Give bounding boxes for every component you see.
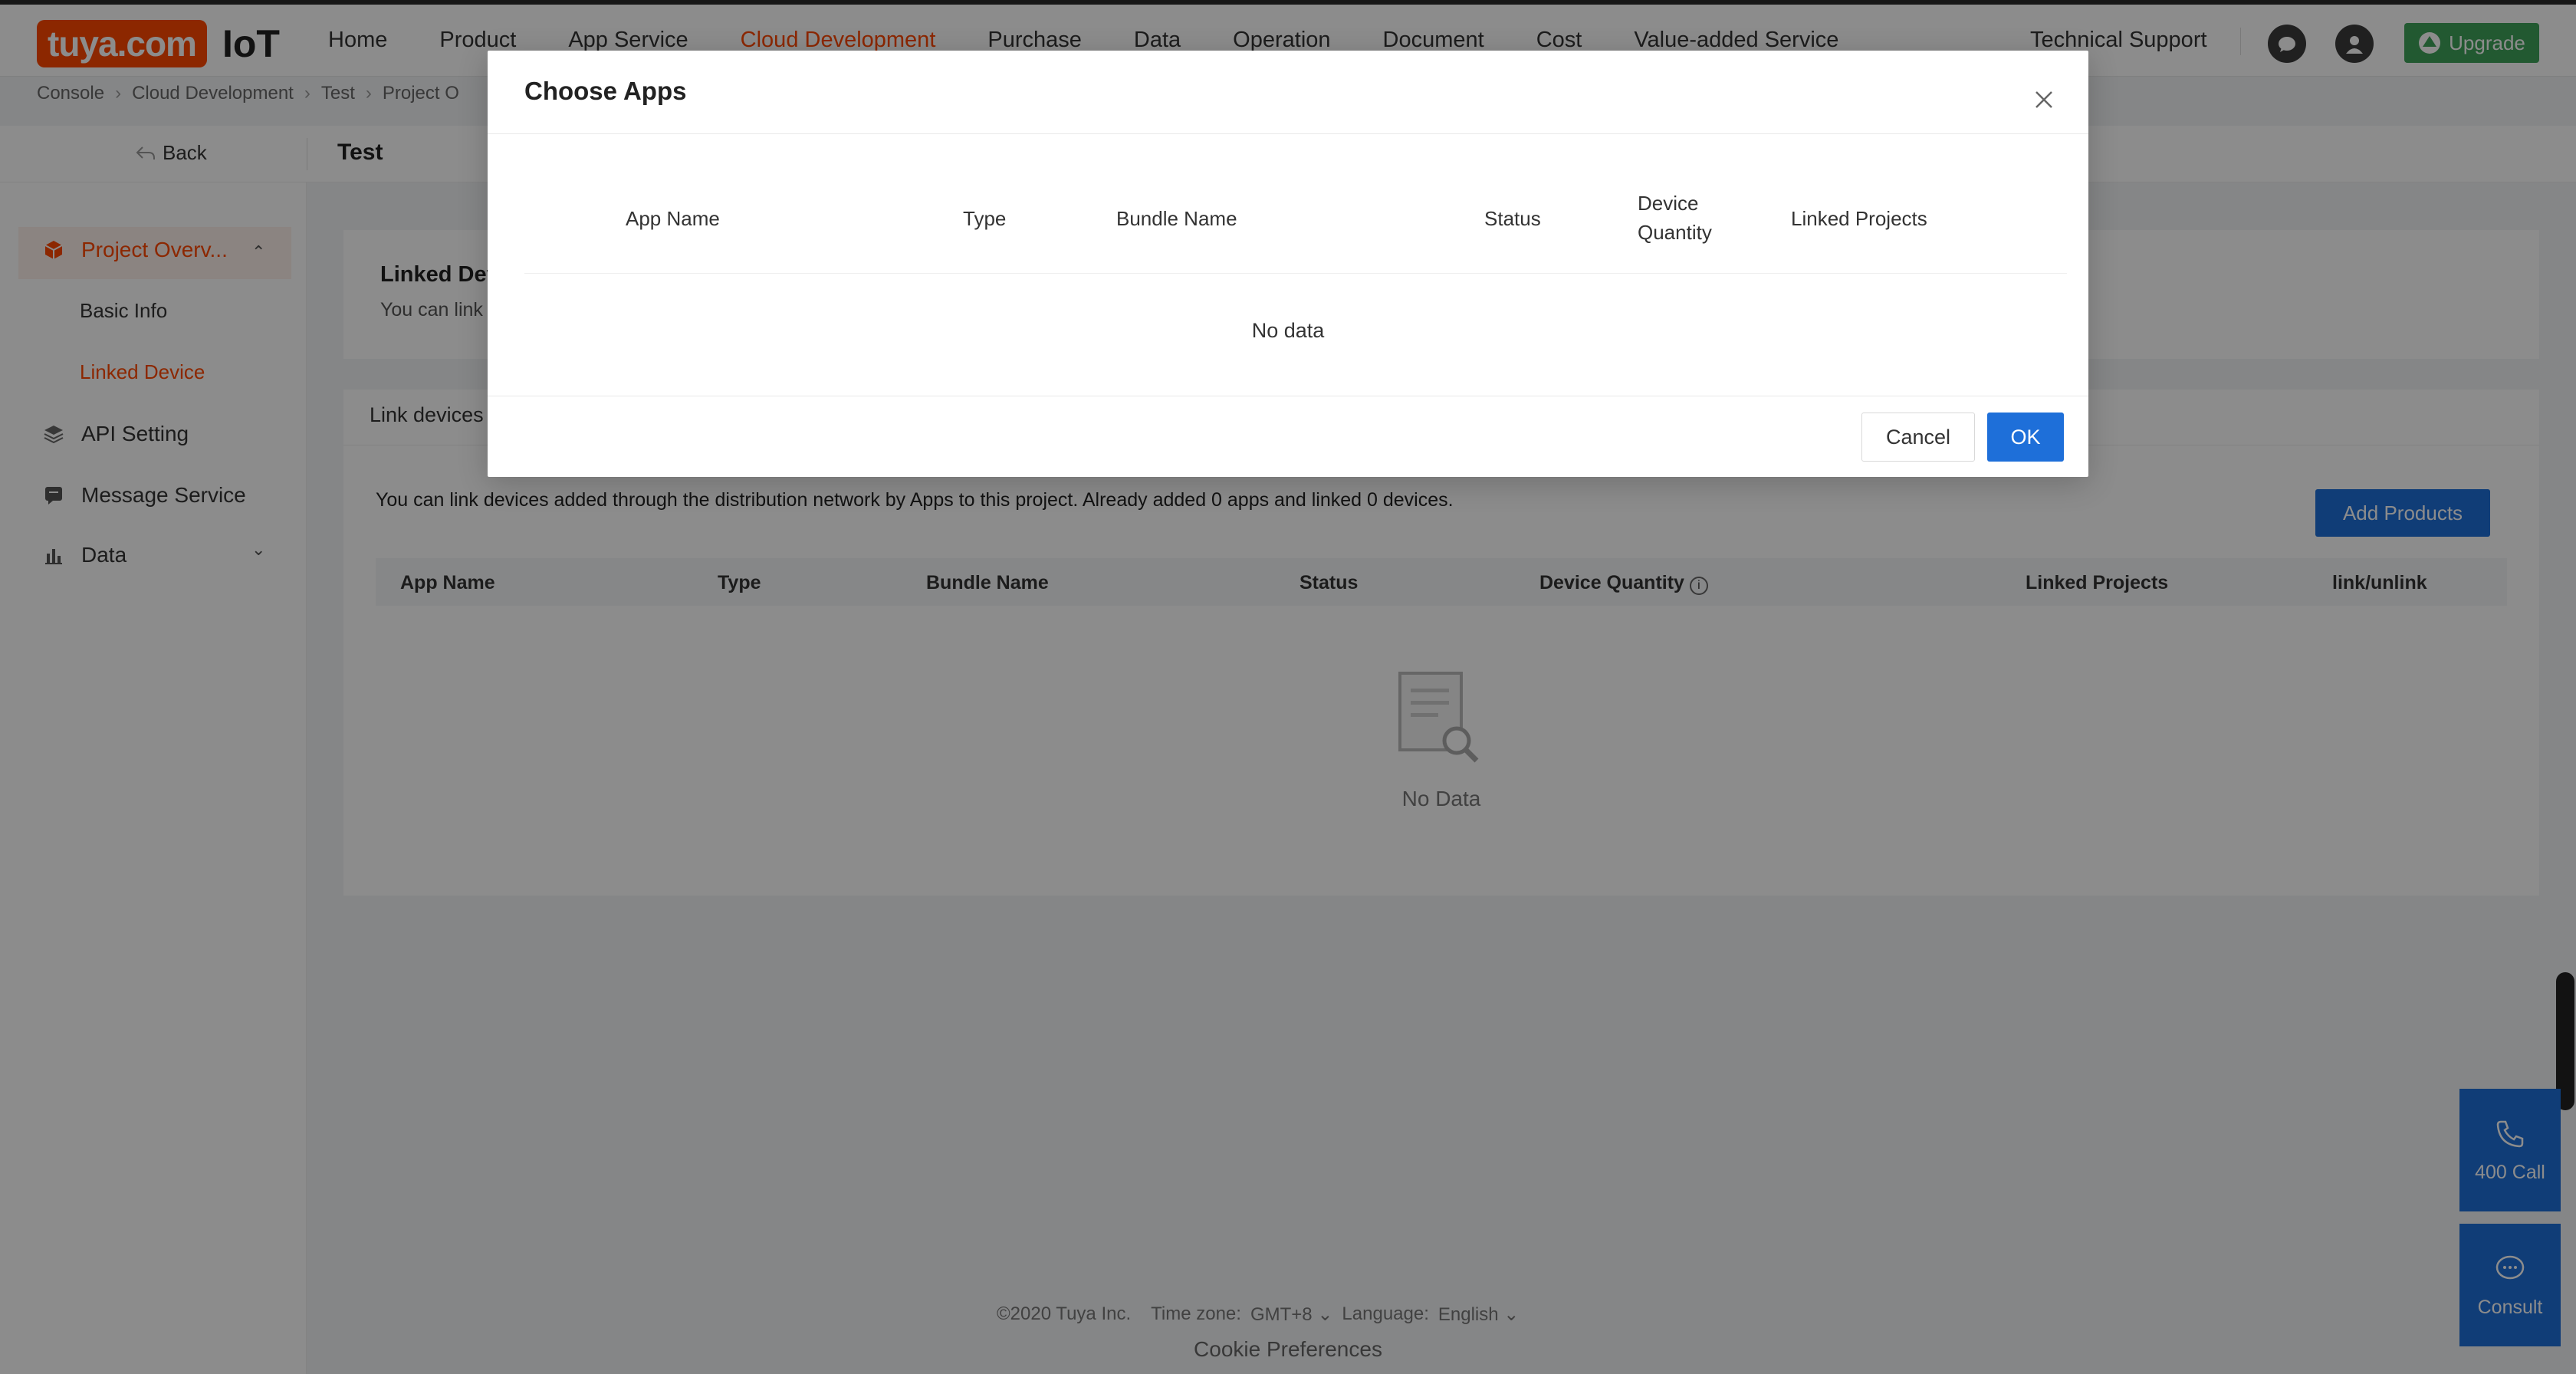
modal-column-app-name: App Name	[626, 207, 720, 230]
modal-empty-text: No data	[1251, 319, 1325, 342]
dialog-title: Choose Apps	[524, 77, 687, 105]
table-header-divider	[524, 273, 2067, 274]
modal-column-status: Status	[1484, 207, 1541, 230]
modal-column-device-quantity: Device Quantity	[1638, 189, 1712, 247]
device-label-line1: Device	[1638, 192, 1699, 215]
modal-column-bundle-name: Bundle Name	[1116, 207, 1237, 230]
choose-apps-dialog: Choose Apps App Name Type Bundle Name St…	[488, 51, 2088, 477]
cancel-button[interactable]: Cancel	[1861, 413, 1975, 462]
close-icon[interactable]	[2029, 84, 2059, 115]
device-label-line2: Quantity	[1638, 221, 1712, 244]
dialog-header-divider	[488, 133, 2088, 134]
modal-column-linked-projects: Linked Projects	[1791, 207, 1927, 230]
ok-button[interactable]: OK	[1987, 413, 2064, 462]
modal-column-type: Type	[963, 207, 1007, 230]
